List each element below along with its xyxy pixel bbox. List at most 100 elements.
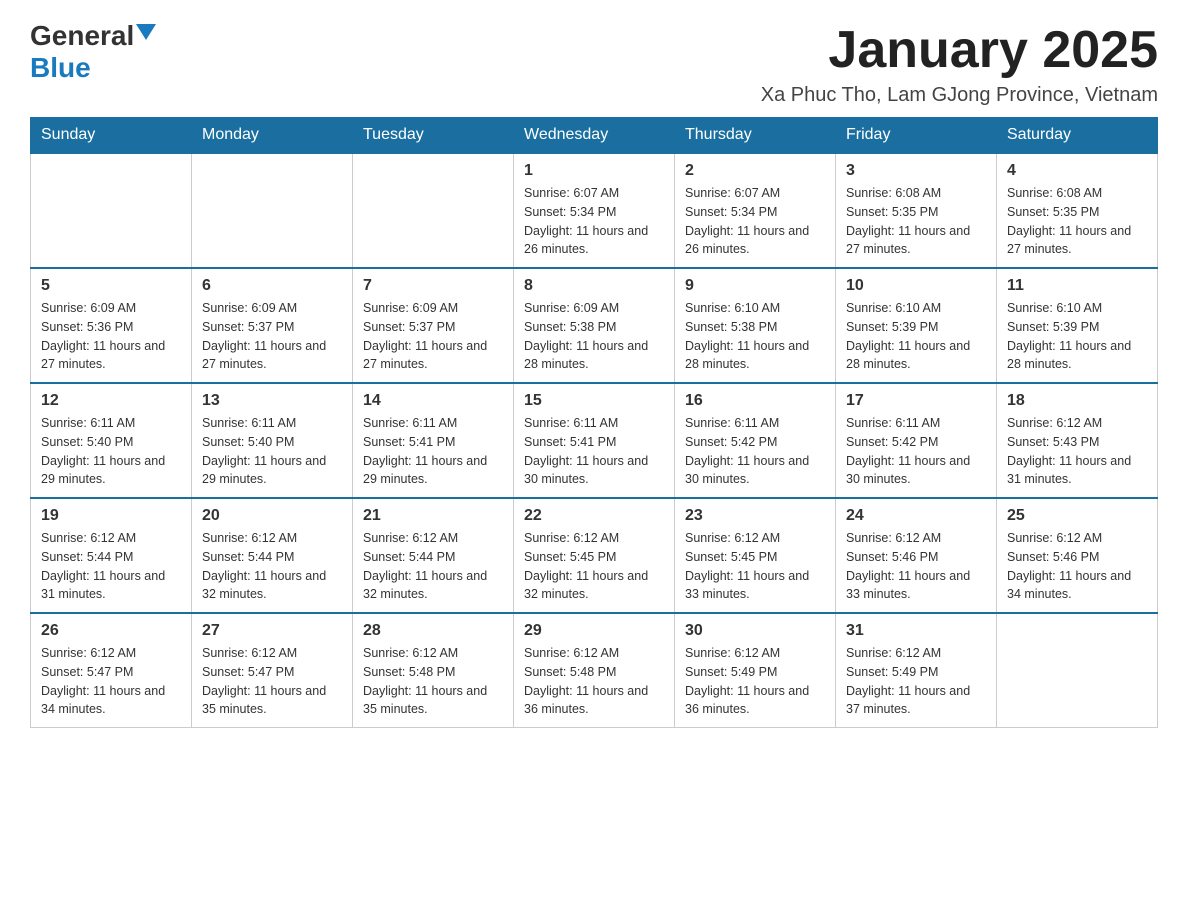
day-number-29: 29 bbox=[524, 622, 664, 640]
day-number-8: 8 bbox=[524, 277, 664, 295]
day-info-16: Sunrise: 6:11 AMSunset: 5:42 PMDaylight:… bbox=[685, 414, 825, 489]
cell-week3-day6: 18 Sunrise: 6:12 AMSunset: 5:43 PMDayligh… bbox=[997, 383, 1158, 498]
day-info-24: Sunrise: 6:12 AMSunset: 5:46 PMDaylight:… bbox=[846, 529, 986, 604]
day-info-29: Sunrise: 6:12 AMSunset: 5:48 PMDaylight:… bbox=[524, 644, 664, 719]
week-row-5: 26 Sunrise: 6:12 AMSunset: 5:47 PMDayligh… bbox=[31, 613, 1158, 728]
cell-week3-day5: 17Sunrise: 6:11 AMSunset: 5:42 PMDayligh… bbox=[836, 383, 997, 498]
day-info-10: Sunrise: 6:10 AMSunset: 5:39 PMDaylight:… bbox=[846, 299, 986, 374]
day-info-22: Sunrise: 6:12 AMSunset: 5:45 PMDaylight:… bbox=[524, 529, 664, 604]
day-number-26: 26 bbox=[41, 622, 181, 640]
calendar-table: Sunday Monday Tuesday Wednesday Thursday… bbox=[30, 117, 1158, 728]
day-number-1: 1 bbox=[524, 162, 664, 180]
day-number-12: 12 bbox=[41, 392, 181, 410]
day-info-11: Sunrise: 6:10 AMSunset: 5:39 PMDaylight:… bbox=[1007, 299, 1147, 374]
day-number-11: 11 bbox=[1007, 277, 1147, 295]
day-number-14: 14 bbox=[363, 392, 503, 410]
header-sunday: Sunday bbox=[31, 118, 192, 154]
cell-week4-day4: 23 Sunrise: 6:12 AMSunset: 5:45 PMDayligh… bbox=[675, 498, 836, 613]
day-info-15: Sunrise: 6:11 AMSunset: 5:41 PMDaylight:… bbox=[524, 414, 664, 489]
day-info-12: Sunrise: 6:11 AMSunset: 5:40 PMDaylight:… bbox=[41, 414, 181, 489]
day-info-2: Sunrise: 6:07 AMSunset: 5:34 PMDaylight:… bbox=[685, 184, 825, 259]
cell-week4-day3: 22 Sunrise: 6:12 AMSunset: 5:45 PMDayligh… bbox=[514, 498, 675, 613]
day-info-26: Sunrise: 6:12 AMSunset: 5:47 PMDaylight:… bbox=[41, 644, 181, 719]
day-info-18: Sunrise: 6:12 AMSunset: 5:43 PMDaylight:… bbox=[1007, 414, 1147, 489]
week-row-1: 1 Sunrise: 6:07 AMSunset: 5:34 PMDaylight… bbox=[31, 153, 1158, 268]
day-number-25: 25 bbox=[1007, 507, 1147, 525]
cell-week4-day0: 19 Sunrise: 6:12 AMSunset: 5:44 PMDayligh… bbox=[31, 498, 192, 613]
cell-week4-day6: 25 Sunrise: 6:12 AMSunset: 5:46 PMDayligh… bbox=[997, 498, 1158, 613]
header-friday: Friday bbox=[836, 118, 997, 154]
cell-week5-day5: 31Sunrise: 6:12 AMSunset: 5:49 PMDayligh… bbox=[836, 613, 997, 728]
day-info-21: Sunrise: 6:12 AMSunset: 5:44 PMDaylight:… bbox=[363, 529, 503, 604]
cell-week2-day2: 7Sunrise: 6:09 AMSunset: 5:37 PMDaylight… bbox=[353, 268, 514, 383]
header-monday: Monday bbox=[192, 118, 353, 154]
day-number-13: 13 bbox=[202, 392, 342, 410]
cell-week2-day3: 8 Sunrise: 6:09 AMSunset: 5:38 PMDaylight… bbox=[514, 268, 675, 383]
day-number-5: 5 bbox=[41, 277, 181, 295]
day-info-19: Sunrise: 6:12 AMSunset: 5:44 PMDaylight:… bbox=[41, 529, 181, 604]
day-info-6: Sunrise: 6:09 AMSunset: 5:37 PMDaylight:… bbox=[202, 299, 342, 374]
cell-week1-day6: 4 Sunrise: 6:08 AMSunset: 5:35 PMDaylight… bbox=[997, 153, 1158, 268]
week-row-3: 12 Sunrise: 6:11 AMSunset: 5:40 PMDayligh… bbox=[31, 383, 1158, 498]
day-info-28: Sunrise: 6:12 AMSunset: 5:48 PMDaylight:… bbox=[363, 644, 503, 719]
day-number-10: 10 bbox=[846, 277, 986, 295]
day-info-27: Sunrise: 6:12 AMSunset: 5:47 PMDaylight:… bbox=[202, 644, 342, 719]
month-title: January 2025 bbox=[761, 20, 1158, 80]
cell-week3-day4: 16 Sunrise: 6:11 AMSunset: 5:42 PMDayligh… bbox=[675, 383, 836, 498]
logo: General Blue bbox=[30, 20, 156, 84]
day-number-7: 7 bbox=[363, 277, 503, 295]
logo-triangle-icon bbox=[136, 24, 156, 40]
header-thursday: Thursday bbox=[675, 118, 836, 154]
day-number-22: 22 bbox=[524, 507, 664, 525]
day-info-30: Sunrise: 6:12 AMSunset: 5:49 PMDaylight:… bbox=[685, 644, 825, 719]
day-number-23: 23 bbox=[685, 507, 825, 525]
day-number-30: 30 bbox=[685, 622, 825, 640]
location-subtitle: Xa Phuc Tho, Lam GJong Province, Vietnam bbox=[761, 84, 1158, 107]
cell-week5-day2: 28 Sunrise: 6:12 AMSunset: 5:48 PMDayligh… bbox=[353, 613, 514, 728]
logo-blue-text: Blue bbox=[30, 52, 91, 83]
week-row-2: 5 Sunrise: 6:09 AMSunset: 5:36 PMDaylight… bbox=[31, 268, 1158, 383]
cell-week1-day3: 1Sunrise: 6:07 AMSunset: 5:34 PMDaylight… bbox=[514, 153, 675, 268]
day-number-2: 2 bbox=[685, 162, 825, 180]
day-number-4: 4 bbox=[1007, 162, 1147, 180]
day-info-20: Sunrise: 6:12 AMSunset: 5:44 PMDaylight:… bbox=[202, 529, 342, 604]
cell-week5-day6 bbox=[997, 613, 1158, 728]
day-number-19: 19 bbox=[41, 507, 181, 525]
day-info-23: Sunrise: 6:12 AMSunset: 5:45 PMDaylight:… bbox=[685, 529, 825, 604]
day-number-3: 3 bbox=[846, 162, 986, 180]
cell-week1-day2 bbox=[353, 153, 514, 268]
cell-week1-day4: 2 Sunrise: 6:07 AMSunset: 5:34 PMDaylight… bbox=[675, 153, 836, 268]
day-info-25: Sunrise: 6:12 AMSunset: 5:46 PMDaylight:… bbox=[1007, 529, 1147, 604]
header-tuesday: Tuesday bbox=[353, 118, 514, 154]
cell-week2-day6: 11 Sunrise: 6:10 AMSunset: 5:39 PMDayligh… bbox=[997, 268, 1158, 383]
day-number-20: 20 bbox=[202, 507, 342, 525]
cell-week5-day4: 30 Sunrise: 6:12 AMSunset: 5:49 PMDayligh… bbox=[675, 613, 836, 728]
day-info-4: Sunrise: 6:08 AMSunset: 5:35 PMDaylight:… bbox=[1007, 184, 1147, 259]
day-number-15: 15 bbox=[524, 392, 664, 410]
cell-week3-day2: 14Sunrise: 6:11 AMSunset: 5:41 PMDayligh… bbox=[353, 383, 514, 498]
day-number-31: 31 bbox=[846, 622, 986, 640]
day-number-9: 9 bbox=[685, 277, 825, 295]
title-section: January 2025 Xa Phuc Tho, Lam GJong Prov… bbox=[761, 20, 1158, 107]
calendar-header-row: Sunday Monday Tuesday Wednesday Thursday… bbox=[31, 118, 1158, 154]
day-info-3: Sunrise: 6:08 AMSunset: 5:35 PMDaylight:… bbox=[846, 184, 986, 259]
day-number-21: 21 bbox=[363, 507, 503, 525]
day-number-28: 28 bbox=[363, 622, 503, 640]
day-info-8: Sunrise: 6:09 AMSunset: 5:38 PMDaylight:… bbox=[524, 299, 664, 374]
cell-week4-day2: 21 Sunrise: 6:12 AMSunset: 5:44 PMDayligh… bbox=[353, 498, 514, 613]
cell-week2-day0: 5 Sunrise: 6:09 AMSunset: 5:36 PMDaylight… bbox=[31, 268, 192, 383]
page-header: General Blue January 2025 Xa Phuc Tho, L… bbox=[30, 20, 1158, 107]
day-number-16: 16 bbox=[685, 392, 825, 410]
day-number-24: 24 bbox=[846, 507, 986, 525]
cell-week2-day4: 9Sunrise: 6:10 AMSunset: 5:38 PMDaylight… bbox=[675, 268, 836, 383]
day-number-18: 18 bbox=[1007, 392, 1147, 410]
day-info-5: Sunrise: 6:09 AMSunset: 5:36 PMDaylight:… bbox=[41, 299, 181, 374]
logo-general-text: General bbox=[30, 20, 134, 52]
cell-week3-day0: 12 Sunrise: 6:11 AMSunset: 5:40 PMDayligh… bbox=[31, 383, 192, 498]
cell-week3-day3: 15 Sunrise: 6:11 AMSunset: 5:41 PMDayligh… bbox=[514, 383, 675, 498]
cell-week2-day5: 10 Sunrise: 6:10 AMSunset: 5:39 PMDayligh… bbox=[836, 268, 997, 383]
cell-week4-day5: 24 Sunrise: 6:12 AMSunset: 5:46 PMDayligh… bbox=[836, 498, 997, 613]
cell-week1-day1 bbox=[192, 153, 353, 268]
cell-week5-day3: 29 Sunrise: 6:12 AMSunset: 5:48 PMDayligh… bbox=[514, 613, 675, 728]
cell-week1-day5: 3 Sunrise: 6:08 AMSunset: 5:35 PMDaylight… bbox=[836, 153, 997, 268]
